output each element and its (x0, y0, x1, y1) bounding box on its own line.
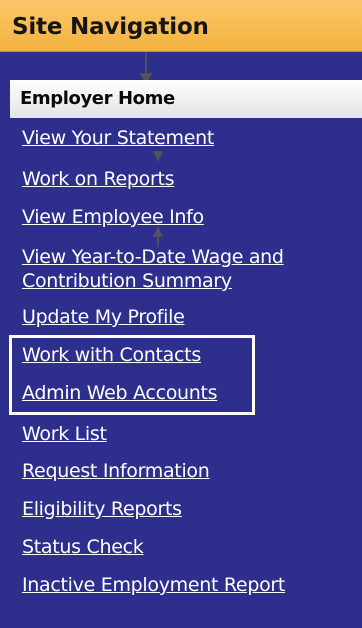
employer-home-label: Employer Home (20, 88, 175, 109)
work-list-link[interactable]: Work List (22, 422, 107, 446)
eligibility-reports-link[interactable]: Eligibility Reports (22, 497, 182, 521)
work-on-reports-link[interactable]: Work on Reports (22, 167, 175, 191)
view-employee-info-link[interactable]: View Employee Info (22, 205, 204, 229)
admin-web-accounts-link[interactable]: Admin Web Accounts (22, 381, 218, 405)
ytd-wage-contribution-link[interactable]: View Year-to-Date Wage and Contribution … (22, 245, 342, 293)
arrow-head-up-icon (152, 227, 164, 237)
inactive-employment-report-link[interactable]: Inactive Employment Report (22, 573, 285, 597)
arrow-head-small-icon (152, 151, 164, 161)
update-profile-link[interactable]: Update My Profile (22, 305, 185, 329)
employer-home-bar[interactable]: Employer Home (10, 80, 362, 118)
work-with-contacts-link[interactable]: Work with Contacts (22, 343, 201, 367)
status-check-link[interactable]: Status Check (22, 535, 144, 559)
site-navigation-panel: Site Navigation Employer Home View Your … (0, 0, 362, 628)
request-information-link[interactable]: Request Information (22, 459, 210, 483)
view-statement-link[interactable]: View Your Statement (22, 126, 214, 150)
